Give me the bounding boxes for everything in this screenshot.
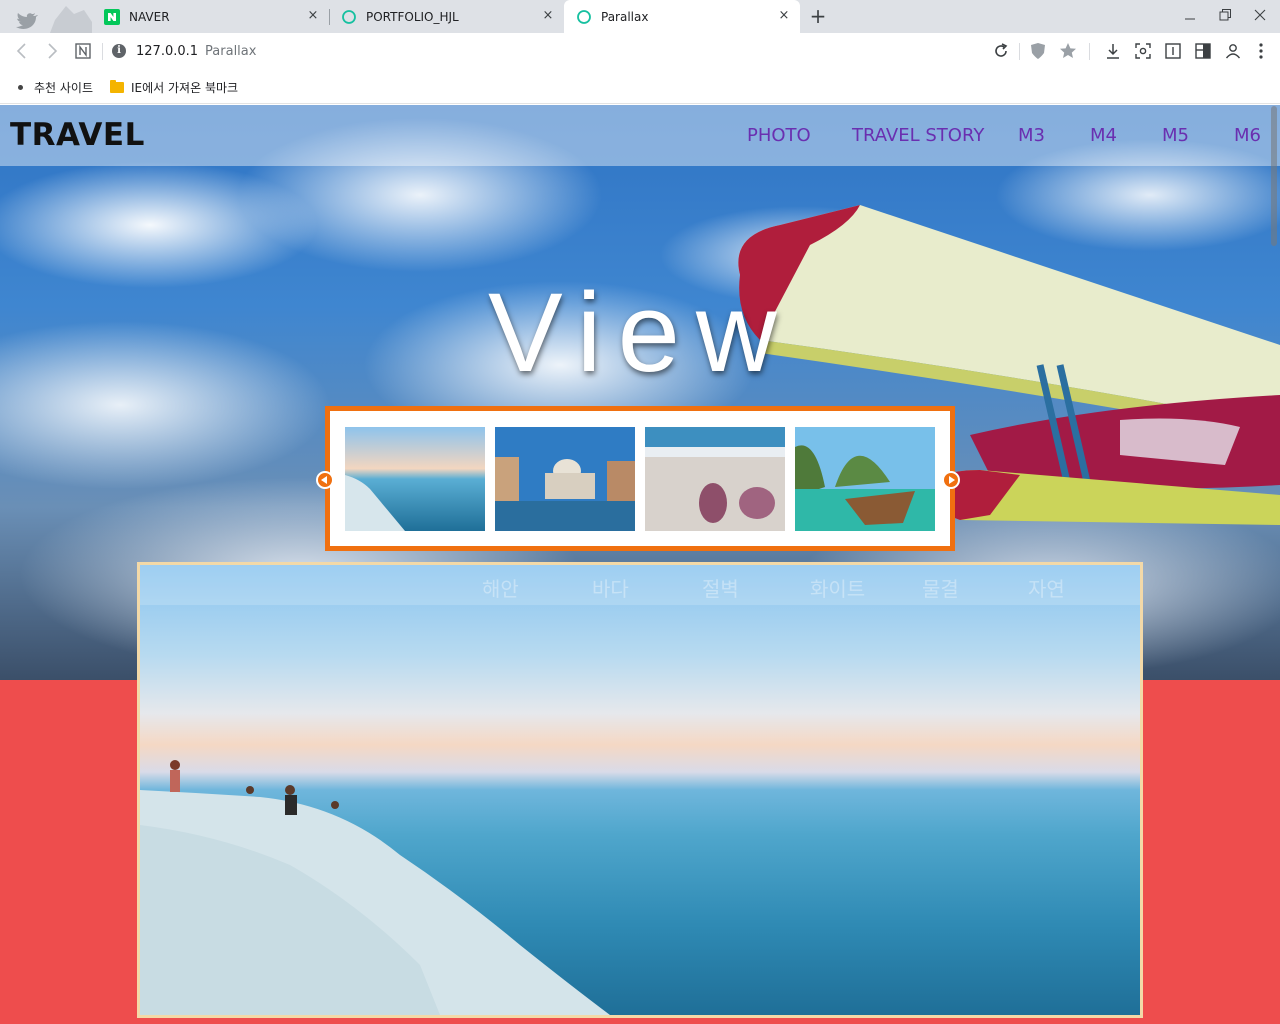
- nav-item-m4[interactable]: M4: [1090, 125, 1117, 146]
- arrow-right-icon: [48, 43, 58, 59]
- bookmark-folder-ie[interactable]: IE에서 가져온 북마크: [110, 79, 238, 95]
- nav-item-m3[interactable]: M3: [1018, 125, 1045, 146]
- tab-naver[interactable]: NAVER ×: [92, 0, 329, 33]
- slider-next-button[interactable]: [942, 471, 960, 489]
- url-field[interactable]: i 127.0.0.1 Parallax: [112, 41, 256, 61]
- nav-item-photo[interactable]: PHOTO: [747, 125, 811, 146]
- minimize-icon: [1185, 18, 1195, 20]
- home-button[interactable]: [73, 41, 93, 61]
- venice-canal-image: [495, 427, 635, 531]
- url-host: 127.0.0.1: [136, 43, 199, 59]
- close-icon: [1254, 9, 1266, 21]
- bookmark-label: 추천 사이트: [34, 80, 94, 95]
- reload-button[interactable]: [991, 41, 1011, 61]
- bookmark-star-button[interactable]: [1058, 41, 1078, 61]
- nav-item-travel-story[interactable]: TRAVEL STORY: [852, 125, 984, 146]
- shield-button[interactable]: [1028, 41, 1048, 61]
- seashells-beach-image: [645, 427, 785, 531]
- globe-icon: [341, 9, 357, 25]
- arrow-left-icon: [16, 43, 26, 59]
- divider: [102, 43, 103, 60]
- bookmarks-bar: 추천 사이트 IE에서 가져온 북마크: [0, 70, 1280, 104]
- restore-icon: [1219, 9, 1231, 21]
- reload-icon: [995, 43, 1008, 57]
- site-header: TRAVEL PHOTO TRAVEL STORY M3 M4 M5 M6: [0, 105, 1280, 166]
- more-vertical-icon: [1259, 43, 1263, 59]
- url-page-title: Parallax: [205, 43, 257, 59]
- thumbnail-2[interactable]: [495, 427, 635, 531]
- star-icon: [1060, 43, 1076, 58]
- info-icon[interactable]: i: [112, 44, 126, 58]
- bookmark-recommended-sites[interactable]: 추천 사이트: [18, 79, 93, 95]
- tab-strip: NAVER × PORTFOLIO_HJL × Parallax × +: [0, 0, 1280, 33]
- thumbnail-3[interactable]: [645, 427, 785, 531]
- naver-icon: [104, 8, 120, 25]
- bullet-icon: [18, 84, 23, 90]
- forward-button[interactable]: [42, 41, 62, 61]
- bookmark-label: IE에서 가져온 북마크: [131, 80, 239, 95]
- white-cliff-coast-image: [140, 760, 610, 1015]
- naver-whale-home-icon: [75, 43, 91, 59]
- thumbnail-slider: [325, 406, 955, 551]
- sidebar-icon: [1195, 43, 1211, 59]
- shield-icon: [1031, 43, 1045, 59]
- capture-icon: [1135, 43, 1151, 59]
- sidebar-button[interactable]: [1193, 41, 1213, 61]
- coast-cliff-sea-image: [345, 427, 485, 531]
- tab-parallax[interactable]: Parallax ×: [564, 0, 800, 33]
- tab-portfolio[interactable]: PORTFOLIO_HJL ×: [329, 0, 564, 33]
- pinned-tab[interactable]: [0, 0, 92, 33]
- address-bar-row: i 127.0.0.1 Parallax: [0, 33, 1280, 70]
- tab-label: NAVER: [129, 9, 170, 24]
- close-window-button[interactable]: [1248, 4, 1272, 26]
- page-viewport: TRAVEL PHOTO TRAVEL STORY M3 M4 M5 M6 Vi…: [0, 105, 1280, 1024]
- tab-label: Parallax: [601, 9, 649, 24]
- twitter-icon: [16, 6, 92, 33]
- download-icon: [1107, 44, 1119, 59]
- longtail-boat-lagoon-image: [795, 427, 935, 531]
- slider-prev-button[interactable]: [316, 471, 334, 489]
- divider: [1019, 43, 1020, 60]
- back-button[interactable]: [12, 41, 32, 61]
- thumbnail-4[interactable]: [795, 427, 935, 531]
- folder-icon: [110, 79, 124, 93]
- site-logo[interactable]: TRAVEL: [10, 117, 145, 153]
- page-scrollbar[interactable]: [1271, 106, 1277, 246]
- divider: [1089, 43, 1090, 60]
- reader-button[interactable]: [1163, 41, 1183, 61]
- reader-icon: [1165, 43, 1181, 59]
- capture-button[interactable]: [1133, 41, 1153, 61]
- new-tab-button[interactable]: +: [806, 5, 830, 29]
- minimize-button[interactable]: [1178, 4, 1202, 26]
- close-tab-icon[interactable]: ×: [776, 8, 792, 24]
- tab-label: PORTFOLIO_HJL: [366, 9, 459, 24]
- download-button[interactable]: [1103, 41, 1123, 61]
- close-tab-icon[interactable]: ×: [305, 8, 321, 24]
- nav-item-m6[interactable]: M6: [1234, 125, 1261, 146]
- thumbnail-1[interactable]: [345, 427, 485, 531]
- profile-button[interactable]: [1223, 41, 1243, 61]
- globe-icon: [576, 9, 592, 25]
- close-tab-icon[interactable]: ×: [540, 8, 556, 24]
- menu-button[interactable]: [1251, 41, 1271, 61]
- restore-button[interactable]: [1213, 4, 1237, 26]
- featured-photo: 해안 바다 절벽 화이트 물결 자연: [137, 562, 1143, 1018]
- user-icon: [1225, 44, 1241, 59]
- hero-title: View: [488, 270, 793, 395]
- nav-item-m5[interactable]: M5: [1162, 125, 1189, 146]
